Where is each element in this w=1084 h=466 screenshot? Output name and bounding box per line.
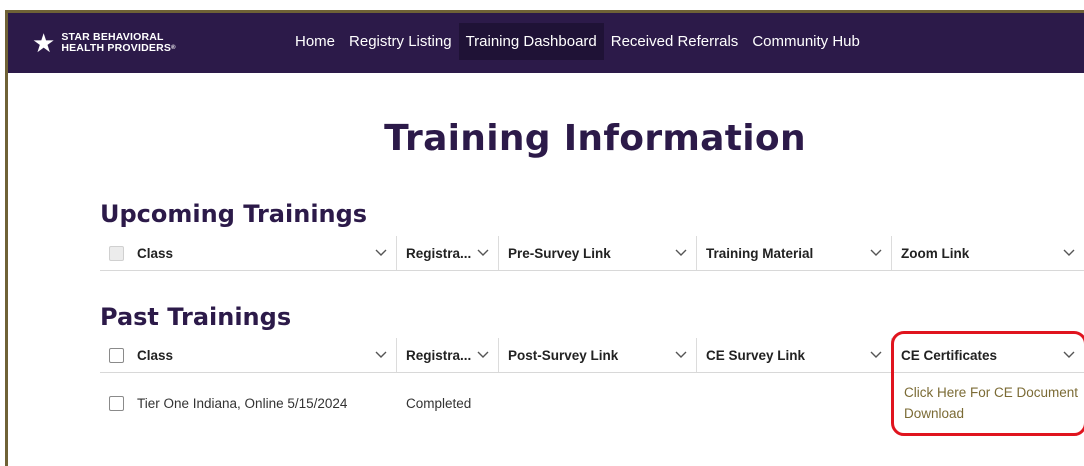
- past-col-ce-certificates[interactable]: CE Certificates: [891, 338, 1084, 372]
- upcoming-col-pre-survey-link[interactable]: Pre-Survey Link: [498, 236, 696, 270]
- nav-home[interactable]: Home: [288, 23, 342, 60]
- top-navbar: ★ STAR BEHAVIORAL HEALTH PROVIDERS® Home…: [8, 13, 1084, 73]
- row-registration-status: Completed: [406, 395, 472, 411]
- chevron-down-icon[interactable]: [1062, 246, 1076, 260]
- brand-text: STAR BEHAVIORAL HEALTH PROVIDERS®: [61, 32, 175, 54]
- ce-document-download-link[interactable]: Click Here For CE Document Download: [904, 382, 1084, 424]
- upcoming-trainings-title: Upcoming Trainings: [100, 200, 368, 228]
- main-nav: Home Registry Listing Training Dashboard…: [288, 23, 867, 60]
- chevron-down-icon[interactable]: [1062, 348, 1076, 362]
- upcoming-col-registration[interactable]: Registra...: [396, 236, 498, 270]
- row-ce-certificate-cell: Click Here For CE Document Download: [904, 382, 1084, 424]
- chevron-down-icon[interactable]: [476, 348, 490, 362]
- star-icon: ★: [32, 28, 56, 58]
- past-table-header: Class Registra... Post-Survey Link CE Su…: [100, 338, 1084, 373]
- table-row: Tier One Indiana, Online 5/15/2024 Compl…: [100, 376, 1084, 432]
- row-class-text: Tier One Indiana, Online 5/15/2024: [137, 395, 348, 411]
- chevron-down-icon[interactable]: [374, 246, 388, 260]
- chevron-down-icon[interactable]: [869, 246, 883, 260]
- row-class-cell: Tier One Indiana, Online 5/15/2024: [100, 388, 347, 418]
- past-trainings-title: Past Trainings: [100, 303, 292, 331]
- past-col-post-survey-link[interactable]: Post-Survey Link: [498, 338, 696, 372]
- nav-registry-listing[interactable]: Registry Listing: [342, 23, 459, 60]
- past-col-class[interactable]: Class: [100, 338, 396, 372]
- brand-logo[interactable]: ★ STAR BEHAVIORAL HEALTH PROVIDERS®: [32, 30, 176, 56]
- upcoming-table-header: Class Registra... Pre-Survey Link Traini…: [100, 236, 1084, 271]
- chevron-down-icon[interactable]: [374, 348, 388, 362]
- frame-border-left: [5, 10, 8, 466]
- nav-received-referrals[interactable]: Received Referrals: [604, 23, 746, 60]
- past-col-registration[interactable]: Registra...: [396, 338, 498, 372]
- upcoming-col-class[interactable]: Class: [100, 236, 396, 270]
- chevron-down-icon[interactable]: [674, 348, 688, 362]
- brand-line-2: HEALTH PROVIDERS®: [61, 42, 176, 54]
- chevron-down-icon[interactable]: [869, 348, 883, 362]
- past-select-all-checkbox[interactable]: [109, 347, 124, 363]
- nav-training-dashboard[interactable]: Training Dashboard: [458, 23, 604, 60]
- upcoming-col-zoom-link[interactable]: Zoom Link: [891, 236, 1084, 270]
- chevron-down-icon[interactable]: [674, 246, 688, 260]
- page-title: Training Information: [384, 118, 806, 159]
- past-col-ce-survey-link[interactable]: CE Survey Link: [696, 338, 891, 372]
- nav-community-hub[interactable]: Community Hub: [745, 23, 867, 60]
- row-checkbox[interactable]: [109, 395, 124, 411]
- chevron-down-icon[interactable]: [476, 246, 490, 260]
- upcoming-select-all-checkbox: [109, 245, 124, 261]
- upcoming-col-training-material[interactable]: Training Material: [696, 236, 891, 270]
